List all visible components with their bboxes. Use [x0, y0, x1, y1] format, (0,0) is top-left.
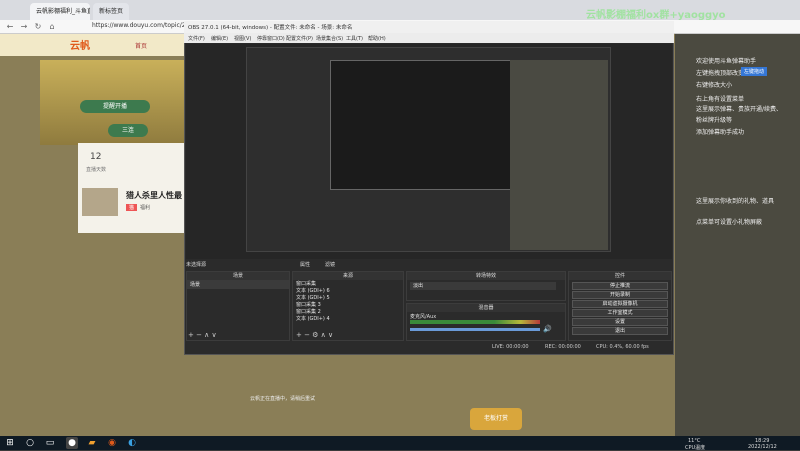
taskbar — [0, 436, 800, 450]
controls-header: 控件 — [569, 272, 671, 280]
status-rec: REC: 00:00:00 — [545, 344, 581, 350]
chat-line-5: 这里展示弹幕、贵族开通/续费、 — [696, 106, 783, 113]
chat-line-6: 粉丝牌升级等 — [696, 117, 733, 124]
scene-item[interactable]: 场景 — [187, 280, 289, 289]
clock-date[interactable]: 2022/12/12 — [748, 444, 777, 450]
filters-button[interactable]: 滤镜 — [325, 261, 335, 268]
menu-dock[interactable]: 停靠窗口(D) — [257, 35, 285, 42]
source-item[interactable]: 窗口采集 — [293, 280, 403, 287]
streamer-title[interactable]: 猎人杀里人性最 — [126, 190, 182, 201]
menu-profile[interactable]: 配置文件(P) — [286, 35, 313, 42]
tag-badge: 猫 — [126, 204, 138, 211]
menu-help[interactable]: 帮助(H) — [368, 35, 386, 42]
watermark-text: 云帆正在直播中，请稍后重试 — [250, 396, 316, 402]
stat-number: 12 — [90, 152, 102, 162]
source-add-remove[interactable]: + − ⚙ ∧ ∨ — [296, 331, 333, 339]
overlay-title: 云帆影棚福利ox群+yaoggyo — [586, 10, 726, 21]
remind-live-button[interactable]: 提醒开播 — [80, 100, 150, 113]
transition-select[interactable]: 淡出 — [410, 282, 556, 290]
menu-scene-collection[interactable]: 场景集合(S) — [316, 35, 343, 42]
source-item[interactable]: 文本 (GDI+) 6 — [293, 287, 403, 294]
no-source-label: 未选择源 — [186, 262, 207, 268]
scenes-header: 场景 — [187, 272, 289, 280]
source-item[interactable]: 文本 (GDI+) 4 — [293, 315, 403, 322]
virtual-camera-button[interactable]: 启动虚拟摄像机 — [572, 300, 668, 308]
transition-header: 转场特效 — [407, 272, 565, 280]
tip-button[interactable]: 三连 — [108, 124, 148, 137]
forward-icon[interactable]: → — [18, 21, 30, 33]
chat-badge[interactable]: 左键拖动 — [741, 67, 768, 76]
browser-app-icon[interactable]: ◉ — [106, 437, 118, 449]
obs-title: OBS 27.0.1 (64-bit, windows) - 配置文件: 未命名… — [184, 21, 674, 33]
status-cpu: CPU: 0.4%, 60.00 fps — [596, 344, 649, 350]
studio-mode-button[interactable]: 工作室模式 — [572, 309, 668, 317]
folder-icon[interactable]: ▰ — [86, 437, 98, 449]
edge-icon[interactable]: ◐ — [126, 437, 138, 449]
mixer-track-label: 麦克风/Aux — [410, 314, 437, 320]
status-live: LIVE: 00:00:00 — [492, 344, 529, 350]
settings-button[interactable]: 设置 — [572, 318, 668, 326]
chat-line-4: 右上角有设置菜单 — [696, 96, 745, 103]
volume-meter — [410, 320, 540, 324]
home-icon[interactable]: ⌂ — [46, 21, 58, 33]
start-icon[interactable]: ⊞ — [4, 437, 16, 449]
source-item[interactable]: 文本 (GDI+) 5 — [293, 294, 403, 301]
scene-add-remove[interactable]: + − ∧ ∨ — [188, 331, 217, 339]
tab-second[interactable]: 新标签页 — [93, 3, 129, 20]
back-icon[interactable]: ← — [4, 21, 16, 33]
mute-icon[interactable]: 🔊 — [543, 325, 552, 333]
mixer-header: 混音器 — [407, 304, 565, 312]
site-logo[interactable]: 云帆 — [70, 37, 90, 52]
url-field[interactable]: https://www.douyu.com/topic/20 — [92, 22, 192, 32]
chat-line-8: 这里展示你收到的礼物、道具 — [696, 198, 775, 205]
source-item[interactable]: 窗口采集 2 — [293, 308, 403, 315]
chat-line-9: 点菜单可设置小礼物屏蔽 — [696, 219, 763, 226]
properties-button[interactable]: 属性 — [300, 261, 310, 268]
streamer-avatar — [82, 188, 118, 216]
chat-line-1: 欢迎使用斗鱼弹幕助手 — [696, 58, 757, 65]
exit-button[interactable]: 退出 — [572, 327, 668, 335]
sources-header: 来源 — [293, 272, 403, 280]
obs-app-icon[interactable]: ● — [66, 437, 78, 449]
menu-file[interactable]: 文件(F) — [188, 35, 205, 42]
preview-chat-capture — [510, 60, 608, 250]
task-view-icon[interactable]: ▭ — [44, 437, 56, 449]
menu-view[interactable]: 视图(V) — [234, 35, 251, 42]
stop-stream-button[interactable]: 停止推流 — [572, 282, 668, 290]
menu-edit[interactable]: 编辑(E) — [211, 35, 228, 42]
chat-line-7: 添加弹幕助手成功 — [696, 129, 745, 136]
volume-slider[interactable] — [410, 328, 540, 331]
nav-home-link[interactable]: 首页 — [135, 41, 147, 50]
tag-label: 福利 — [140, 205, 151, 211]
reload-icon[interactable]: ↻ — [32, 21, 44, 33]
stat-label: 直播天数 — [86, 167, 107, 173]
source-item[interactable]: 窗口采集 3 — [293, 301, 403, 308]
menu-tools[interactable]: 工具(T) — [346, 35, 363, 42]
tab-active[interactable]: 云帆影棚福利_斗鱼直播平台 — [30, 3, 90, 20]
chat-line-3: 右键修改大小 — [696, 82, 733, 89]
site-header — [0, 34, 190, 56]
start-recording-button[interactable]: 开始录制 — [572, 291, 668, 299]
search-icon[interactable]: ○ — [24, 437, 36, 449]
gift-card[interactable]: 老板打赏 — [470, 408, 522, 430]
